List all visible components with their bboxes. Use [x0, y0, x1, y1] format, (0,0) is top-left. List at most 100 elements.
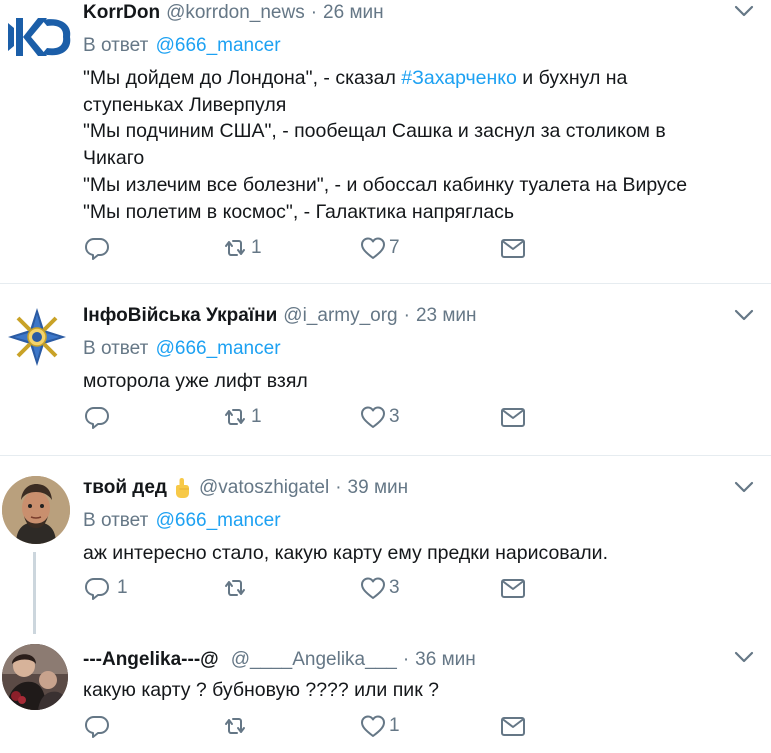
like-icon	[361, 715, 385, 737]
tweet-header: ---Angelika---@ @____Angelika___ · 36 ми…	[83, 648, 731, 672]
reply-icon	[85, 407, 109, 429]
avatar-infoarmy[interactable]	[4, 304, 70, 370]
tweet-header: твой дед @vatoszhigatel · 39 мин	[83, 476, 731, 500]
retweet-icon	[225, 240, 245, 256]
like-count: 7	[389, 237, 400, 258]
reply-icon	[85, 238, 109, 260]
retweet-icon	[225, 580, 245, 596]
reply-button[interactable]	[83, 710, 113, 742]
timestamp[interactable]: 36 мин	[415, 649, 476, 671]
reply-context: В ответ @666_mancer	[83, 510, 731, 532]
tweet-text-line: аж интересно стало, какую карту ему пред…	[83, 542, 608, 564]
like-count: 3	[389, 406, 400, 427]
tweet-text: какую карту ? бубновую ???? или пик ?	[83, 677, 731, 704]
display-name[interactable]: KorrDon	[83, 2, 160, 24]
retweet-icon	[225, 718, 245, 734]
separator-dot: ·	[335, 477, 342, 498]
reply-prefix: В ответ	[83, 510, 149, 531]
direct-message-icon	[501, 239, 525, 258]
avatar-angelika[interactable]	[2, 644, 68, 710]
korrdon-logo-icon	[2, 2, 72, 72]
retweet-icon	[225, 409, 245, 425]
tweet-tvoy-ded[interactable]: твой дед @vatoszhigatel · 39 мин В ответ…	[0, 456, 771, 634]
direct-message-icon	[501, 717, 525, 736]
direct-message-icon	[501, 579, 525, 598]
like-button[interactable]: 7	[359, 232, 400, 264]
reply-icon	[85, 578, 109, 600]
timestamp[interactable]: 26 мин	[323, 2, 384, 24]
reply-prefix: В ответ	[83, 35, 149, 56]
tweet-text-line: ступеньках Ливерпуля	[83, 93, 287, 116]
tweet-text-line: "Мы подчиним США", - пообещал Сашка и за…	[83, 120, 666, 143]
separator-dot: ·	[403, 305, 410, 326]
avatar-tvoy-ded[interactable]	[2, 476, 70, 544]
retweet-button[interactable]: 1	[221, 401, 262, 433]
tweet-text-line: Чикаго	[83, 147, 145, 170]
direct-message-button[interactable]	[499, 710, 527, 742]
direct-message-icon	[501, 408, 525, 427]
user-handle[interactable]: @i_army_org	[283, 305, 397, 327]
reply-mention-link[interactable]: @666_mancer	[156, 510, 281, 531]
avatar-korrdon[interactable]	[2, 2, 72, 72]
tweet-angelika[interactable]: ---Angelika---@ @____Angelika___ · 36 ми…	[0, 636, 771, 753]
user-handle[interactable]: @____Angelika___	[231, 649, 397, 671]
reply-button[interactable]	[83, 232, 113, 264]
like-button[interactable]: 1	[359, 710, 400, 742]
reply-mention-link[interactable]: @666_mancer	[156, 35, 281, 56]
caret-down-icon[interactable]	[733, 646, 755, 668]
ukraine-army-emblem-icon	[8, 308, 66, 366]
caret-down-icon[interactable]	[733, 0, 755, 22]
caret-down-icon[interactable]	[733, 304, 755, 326]
separator-dot: ·	[310, 2, 318, 23]
photo-avatar-icon	[2, 644, 68, 710]
reply-icon	[85, 716, 109, 738]
timestamp[interactable]: 39 мин	[348, 477, 409, 499]
reply-context: В ответ @666_mancer	[83, 338, 731, 360]
tweet-korrdon[interactable]: KorrDon @korrdon_news · 26 мин В ответ @…	[0, 0, 771, 282]
direct-message-button[interactable]	[499, 401, 527, 433]
tweet-text: "Мы дойдем до Лондона", - сказал #Захарч…	[83, 65, 731, 225]
direct-message-button[interactable]	[499, 572, 527, 604]
reply-mention-link[interactable]: @666_mancer	[156, 338, 281, 359]
like-count: 1	[389, 715, 400, 736]
tweet-infoarmy[interactable]: ІнфоВійська України @i_army_org · 23 мин…	[0, 284, 771, 455]
tweet-header: KorrDon @korrdon_news · 26 мин	[83, 1, 731, 25]
like-icon	[361, 577, 385, 599]
display-name[interactable]: твой дед	[83, 477, 167, 499]
tweet-text-line: какую карту ? бубновую ???? или пик ?	[83, 679, 439, 701]
caret-down-icon[interactable]	[733, 476, 755, 498]
portrait-avatar-icon	[2, 476, 70, 544]
text-segment: "Мы дойдем до Лондона", - сказал	[83, 67, 402, 89]
tweet-header: ІнфоВійська України @i_army_org · 23 мин	[83, 304, 731, 328]
like-button[interactable]: 3	[359, 572, 400, 604]
display-name[interactable]: ---Angelika---@	[83, 649, 219, 671]
tweet-text-line: "Мы полетим в космос", - Галактика напря…	[83, 200, 515, 223]
retweet-button[interactable]: 1	[221, 232, 262, 264]
user-handle[interactable]: @korrdon_news	[166, 2, 305, 24]
like-count: 3	[389, 577, 400, 598]
reply-button[interactable]	[83, 401, 113, 433]
timestamp[interactable]: 23 мин	[416, 305, 477, 327]
reply-button[interactable]: 1	[83, 572, 128, 604]
text-segment: и бухнул на	[516, 67, 628, 89]
tweet-text-line: "Мы дойдем до Лондона", - сказал #Захарч…	[83, 65, 731, 92]
tweet-text-line: "Мы излечим все болезни", - и обоссал ка…	[83, 173, 688, 196]
direct-message-button[interactable]	[499, 232, 527, 264]
user-handle[interactable]: @vatoszhigatel	[199, 477, 329, 499]
hashtag-link[interactable]: #Захарченко	[401, 67, 517, 89]
like-icon	[361, 237, 385, 259]
retweet-button[interactable]	[221, 572, 251, 604]
like-icon	[361, 406, 385, 428]
retweet-count: 1	[251, 237, 262, 258]
tweet-actions: 1	[83, 710, 543, 742]
tweet-actions: 1 7	[83, 232, 543, 264]
separator-dot: ·	[402, 649, 410, 670]
reply-prefix: В ответ	[83, 338, 149, 359]
display-name[interactable]: ІнфоВійська України	[83, 305, 277, 327]
retweet-button[interactable]	[221, 710, 251, 742]
thread-connector-line	[33, 552, 36, 634]
tweet-actions: 1 3	[83, 401, 543, 433]
like-button[interactable]: 3	[359, 401, 400, 433]
tweet-text: моторола уже лифт взял	[83, 368, 731, 395]
reply-count: 1	[117, 577, 128, 598]
